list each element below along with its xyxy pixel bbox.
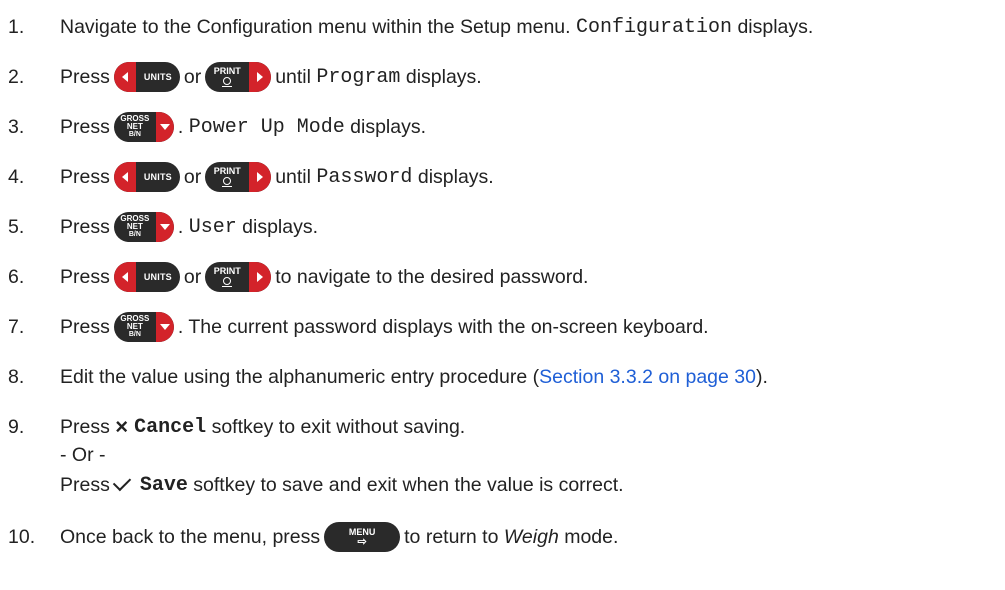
step-number: 4. [8,165,25,188]
step-text: . The current password displays with the… [177,315,709,338]
step-text: ). [755,365,768,388]
step-text: to return to [404,525,499,548]
down-arrow-icon [159,224,170,230]
down-arrow-icon [159,324,170,330]
save-softkey[interactable]: Save [140,474,188,497]
weigh-mode-text: Weigh [503,525,559,548]
step-text: Edit the value using the alphanumeric en… [60,365,540,388]
right-arrow-icon [257,172,264,182]
step-text: Press [60,415,110,438]
units-key-button[interactable]: UNITS [113,62,180,92]
step-text: mode. [564,525,619,548]
gross-net-key-button[interactable]: GROSS NET B/N [113,212,174,242]
step-text: displays. [405,65,482,88]
step-text: Press [60,115,110,138]
section-link[interactable]: Section 3.3.2 on page 30 [539,366,756,389]
step-number: 6. [8,265,25,288]
display-text: Password [316,165,413,189]
step-number: 3. [8,115,25,138]
display-text: Power Up Mode [188,115,345,139]
gross-net-key-button[interactable]: GROSS NET B/N [113,312,174,342]
step-number: 7. [8,315,25,338]
print-key-button[interactable]: PRINT [205,162,272,192]
left-arrow-icon [121,72,128,82]
or-text: or [183,165,202,188]
units-key-button[interactable]: UNITS [113,162,180,192]
display-text: Program [316,65,401,89]
close-icon: × [115,414,129,439]
units-key-button[interactable]: UNITS [113,262,180,292]
step-text: to navigate to the desired password. [275,265,589,288]
check-icon [112,472,132,492]
print-icon [223,276,232,285]
print-key-button[interactable]: PRINT [205,262,272,292]
step-text: displays. [737,15,814,38]
step-number: 9. [8,415,25,438]
display-text: Configuration [575,15,733,39]
step-text: Press [60,315,110,338]
step-number: 5. [8,215,25,238]
step-text: Press [60,165,110,188]
or-text: or [183,265,202,288]
left-arrow-icon [121,172,128,182]
right-arrow-icon [257,72,264,82]
step-number: 8. [8,365,25,388]
step-number: 10. [8,525,36,548]
gross-net-key-button[interactable]: GROSS NET B/N [113,112,174,142]
print-icon [223,176,232,185]
display-text: User [188,215,237,239]
step-number: 2. [8,65,25,88]
step-text: Navigate to the Configuration menu withi… [60,15,571,38]
print-key-button[interactable]: PRINT [205,62,272,92]
or-line: - Or - [60,443,106,466]
cancel-softkey[interactable]: Cancel [134,416,206,439]
menu-key-button[interactable]: MENU ⇨ [324,522,401,552]
step-text: until [275,165,311,188]
down-arrow-icon [159,124,170,130]
step-number: 1. [8,15,25,38]
step-text: Once back to the menu, press [60,525,321,548]
step-text: until [275,65,311,88]
step-text: displays. [242,215,319,238]
step-text: softkey to exit without saving. [211,415,466,438]
or-text: or [183,65,202,88]
step-text: Press [60,215,110,238]
step-text: displays. [417,165,494,188]
step-text: Press [60,65,110,88]
print-icon [223,76,232,85]
step-text: displays. [350,115,427,138]
left-arrow-icon [121,272,128,282]
menu-exit-icon: ⇨ [357,536,367,548]
step-text: Press [60,473,110,496]
right-arrow-icon [257,272,264,282]
step-text: softkey to save and exit when the value … [193,473,624,496]
step-text: Press [60,265,110,288]
